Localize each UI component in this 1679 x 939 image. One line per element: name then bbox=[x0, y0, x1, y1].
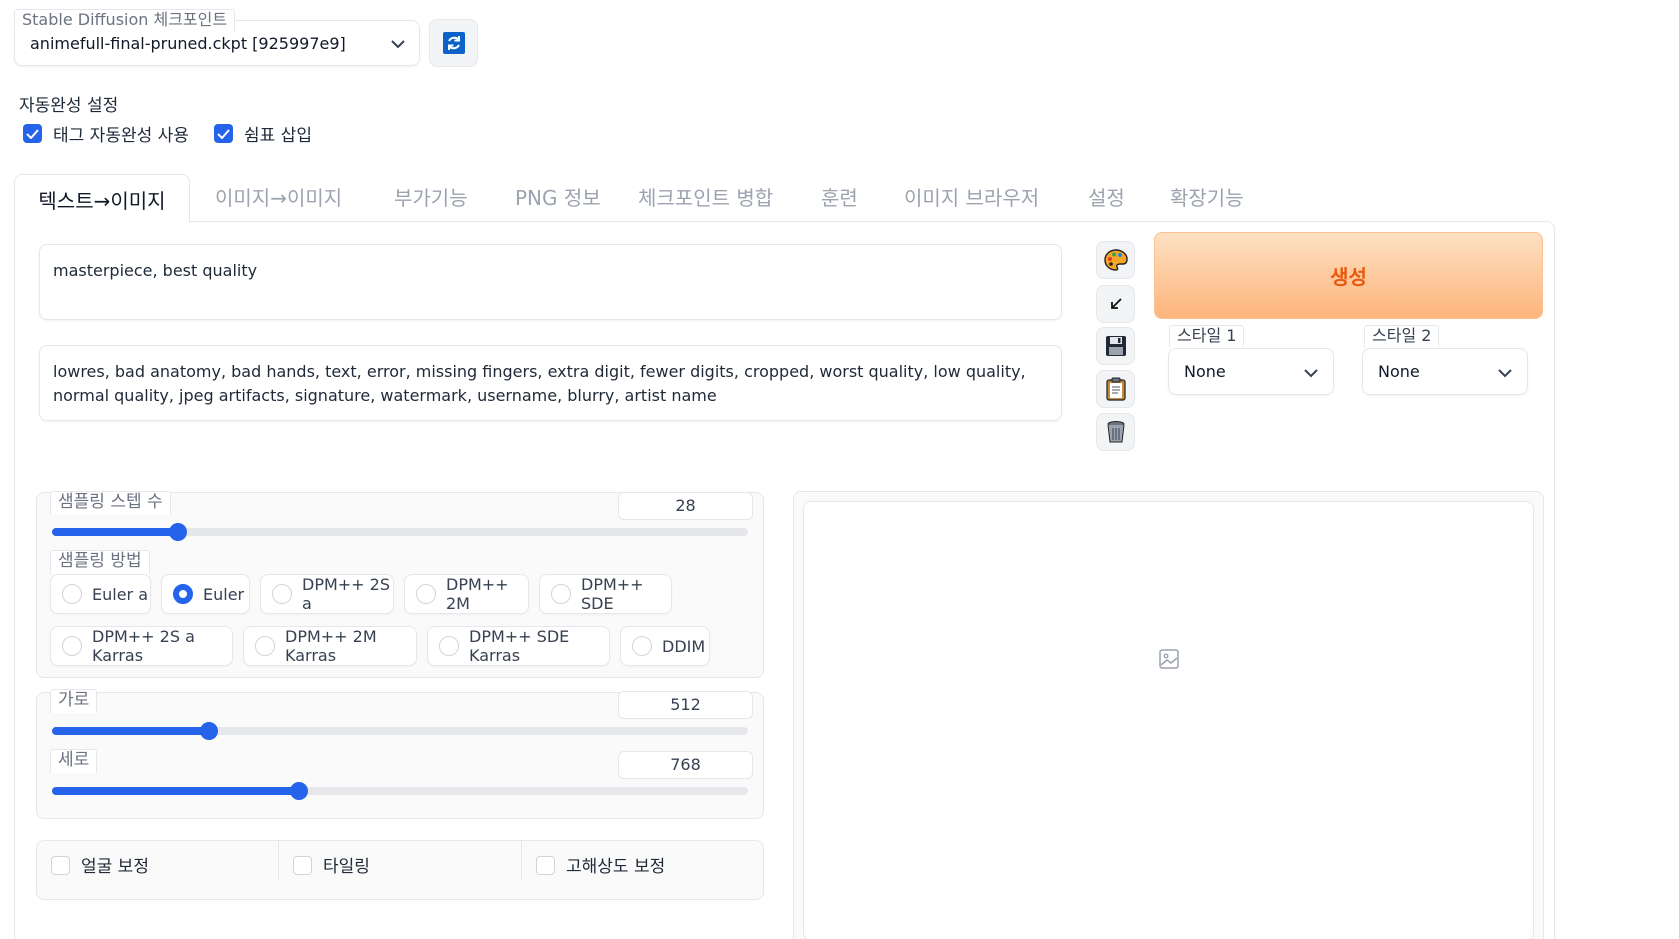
save-icon bbox=[1105, 336, 1126, 356]
insert-comma-checkbox[interactable] bbox=[214, 124, 233, 143]
restore-faces-label: 얼굴 보정 bbox=[81, 857, 149, 877]
image-placeholder-icon bbox=[1159, 649, 1179, 669]
style-2-dropdown[interactable]: None bbox=[1362, 348, 1528, 395]
sampler-option-label: Euler bbox=[203, 584, 245, 604]
tiling-checkbox[interactable] bbox=[293, 856, 312, 875]
tab-settings[interactable]: 설정 bbox=[1088, 182, 1125, 211]
steps-slider[interactable] bbox=[52, 523, 748, 541]
sampler-option-dpmpp-2m-karras[interactable]: DPM++ 2M Karras bbox=[243, 626, 417, 666]
arrow-icon bbox=[1110, 298, 1122, 309]
sampler-option-label: DPM++ 2S a Karras bbox=[92, 627, 195, 665]
style-1-label: 스타일 1 bbox=[1169, 325, 1245, 347]
steps-label: 샘플링 스텝 수 bbox=[50, 491, 171, 515]
sampler-option-label: DPM++ 2S a bbox=[302, 575, 391, 613]
divider bbox=[521, 841, 522, 881]
tab-img2img[interactable]: 이미지→이미지 bbox=[215, 182, 342, 211]
extra-networks-button[interactable] bbox=[1096, 241, 1135, 279]
style-2-label: 스타일 2 bbox=[1364, 325, 1440, 347]
height-label: 세로 bbox=[50, 749, 98, 773]
save-style-button[interactable] bbox=[1096, 327, 1135, 365]
tag-autocomplete-checkbox[interactable] bbox=[23, 124, 42, 143]
radio-circle bbox=[255, 636, 275, 656]
clear-prompt-button[interactable] bbox=[1096, 413, 1135, 451]
width-slider-fill bbox=[52, 727, 210, 735]
radio-circle bbox=[62, 584, 82, 604]
sampler-option-dpmpp-2s-a[interactable]: DPM++ 2S a bbox=[260, 574, 394, 614]
tab-image-browser[interactable]: 이미지 브라우저 bbox=[904, 182, 1039, 211]
style-2-value: None bbox=[1378, 362, 1420, 381]
sampler-option-label: DPM++ 2M Karras bbox=[285, 627, 377, 665]
tab-checkpoint-merger[interactable]: 체크포인트 병합 bbox=[638, 182, 773, 211]
width-input[interactable]: 512 bbox=[618, 691, 753, 719]
tab-train[interactable]: 훈련 bbox=[821, 182, 858, 211]
radio-circle bbox=[272, 584, 292, 604]
apply-style-button[interactable] bbox=[1096, 370, 1135, 408]
palette-icon bbox=[1103, 249, 1128, 271]
trash-icon bbox=[1107, 421, 1124, 443]
tab-txt2img[interactable]: 텍스트→이미지 bbox=[14, 174, 190, 223]
clipboard-icon bbox=[1105, 377, 1126, 401]
sampler-option-label: Euler a bbox=[92, 584, 149, 604]
tab-extensions[interactable]: 확장기능 bbox=[1170, 182, 1244, 211]
radio-circle bbox=[551, 584, 571, 604]
generate-button[interactable]: 생성 bbox=[1154, 232, 1543, 319]
steps-slider-fill bbox=[52, 528, 179, 536]
tag-autocomplete-label: 태그 자동완성 사용 bbox=[53, 126, 189, 146]
hires-fix-checkbox[interactable] bbox=[536, 856, 555, 875]
radio-circle bbox=[632, 636, 652, 656]
check-icon bbox=[217, 128, 230, 139]
sampler-option-dpmpp-2m[interactable]: DPM++ 2M bbox=[404, 574, 529, 614]
chevron-down-icon bbox=[391, 40, 405, 49]
chevron-down-icon bbox=[1498, 369, 1512, 378]
steps-slider-thumb[interactable] bbox=[169, 523, 188, 541]
radio-circle-selected bbox=[173, 584, 193, 604]
height-slider-thumb[interactable] bbox=[289, 782, 308, 800]
steps-input[interactable]: 28 bbox=[618, 492, 753, 520]
tiling-label: 타일링 bbox=[323, 857, 370, 877]
radio-circle bbox=[439, 636, 459, 656]
style-1-value: None bbox=[1184, 362, 1226, 381]
sampler-option-label: DDIM bbox=[662, 636, 706, 656]
sampler-option-dpmpp-sde[interactable]: DPM++ SDE bbox=[539, 574, 672, 614]
radio-circle bbox=[62, 636, 82, 656]
sampler-option-euler[interactable]: Euler bbox=[161, 574, 250, 614]
sampler-label: 샘플링 방법 bbox=[50, 550, 150, 574]
chevron-down-icon bbox=[1304, 369, 1318, 378]
negative-prompt-input[interactable]: lowres, bad anatomy, bad hands, text, er… bbox=[39, 345, 1062, 421]
height-slider[interactable] bbox=[52, 782, 748, 800]
width-slider[interactable] bbox=[52, 722, 748, 740]
radio-circle bbox=[416, 584, 436, 604]
sampler-option-label: DPM++ 2M bbox=[446, 575, 509, 613]
sampler-option-label: DPM++ SDE Karras bbox=[469, 627, 570, 665]
refresh-checkpoint-button[interactable] bbox=[429, 19, 478, 67]
width-label: 가로 bbox=[50, 689, 98, 713]
style-1-dropdown[interactable]: None bbox=[1168, 348, 1334, 395]
checkpoint-label: Stable Diffusion 체크포인트 bbox=[14, 9, 236, 31]
sampler-option-label: DPM++ SDE bbox=[581, 575, 644, 613]
sampler-option-dpmpp-2s-a-karras[interactable]: DPM++ 2S a Karras bbox=[50, 626, 233, 666]
prompt-input[interactable]: masterpiece, best quality bbox=[39, 244, 1062, 320]
sampler-option-euler-a[interactable]: Euler a bbox=[50, 574, 151, 614]
insert-comma-label: 쉼표 삽입 bbox=[244, 126, 312, 146]
read-params-button[interactable] bbox=[1096, 285, 1135, 323]
check-icon bbox=[26, 128, 39, 139]
output-gallery[interactable] bbox=[803, 501, 1534, 939]
tab-png-info[interactable]: PNG 정보 bbox=[515, 182, 601, 211]
sampler-option-ddim[interactable]: DDIM bbox=[620, 626, 710, 666]
tab-extras[interactable]: 부가기능 bbox=[394, 182, 468, 211]
hires-fix-label: 고해상도 보정 bbox=[566, 857, 666, 877]
checkpoint-value: animefull-final-pruned.ckpt [925997e9] bbox=[30, 34, 346, 53]
divider bbox=[278, 841, 279, 881]
refresh-icon bbox=[442, 32, 465, 54]
autocomplete-title: 자동완성 설정 bbox=[19, 96, 119, 116]
height-input[interactable]: 768 bbox=[618, 751, 753, 779]
restore-faces-checkbox[interactable] bbox=[51, 856, 70, 875]
sampler-option-dpmpp-sde-karras[interactable]: DPM++ SDE Karras bbox=[427, 626, 610, 666]
height-slider-fill bbox=[52, 787, 299, 795]
